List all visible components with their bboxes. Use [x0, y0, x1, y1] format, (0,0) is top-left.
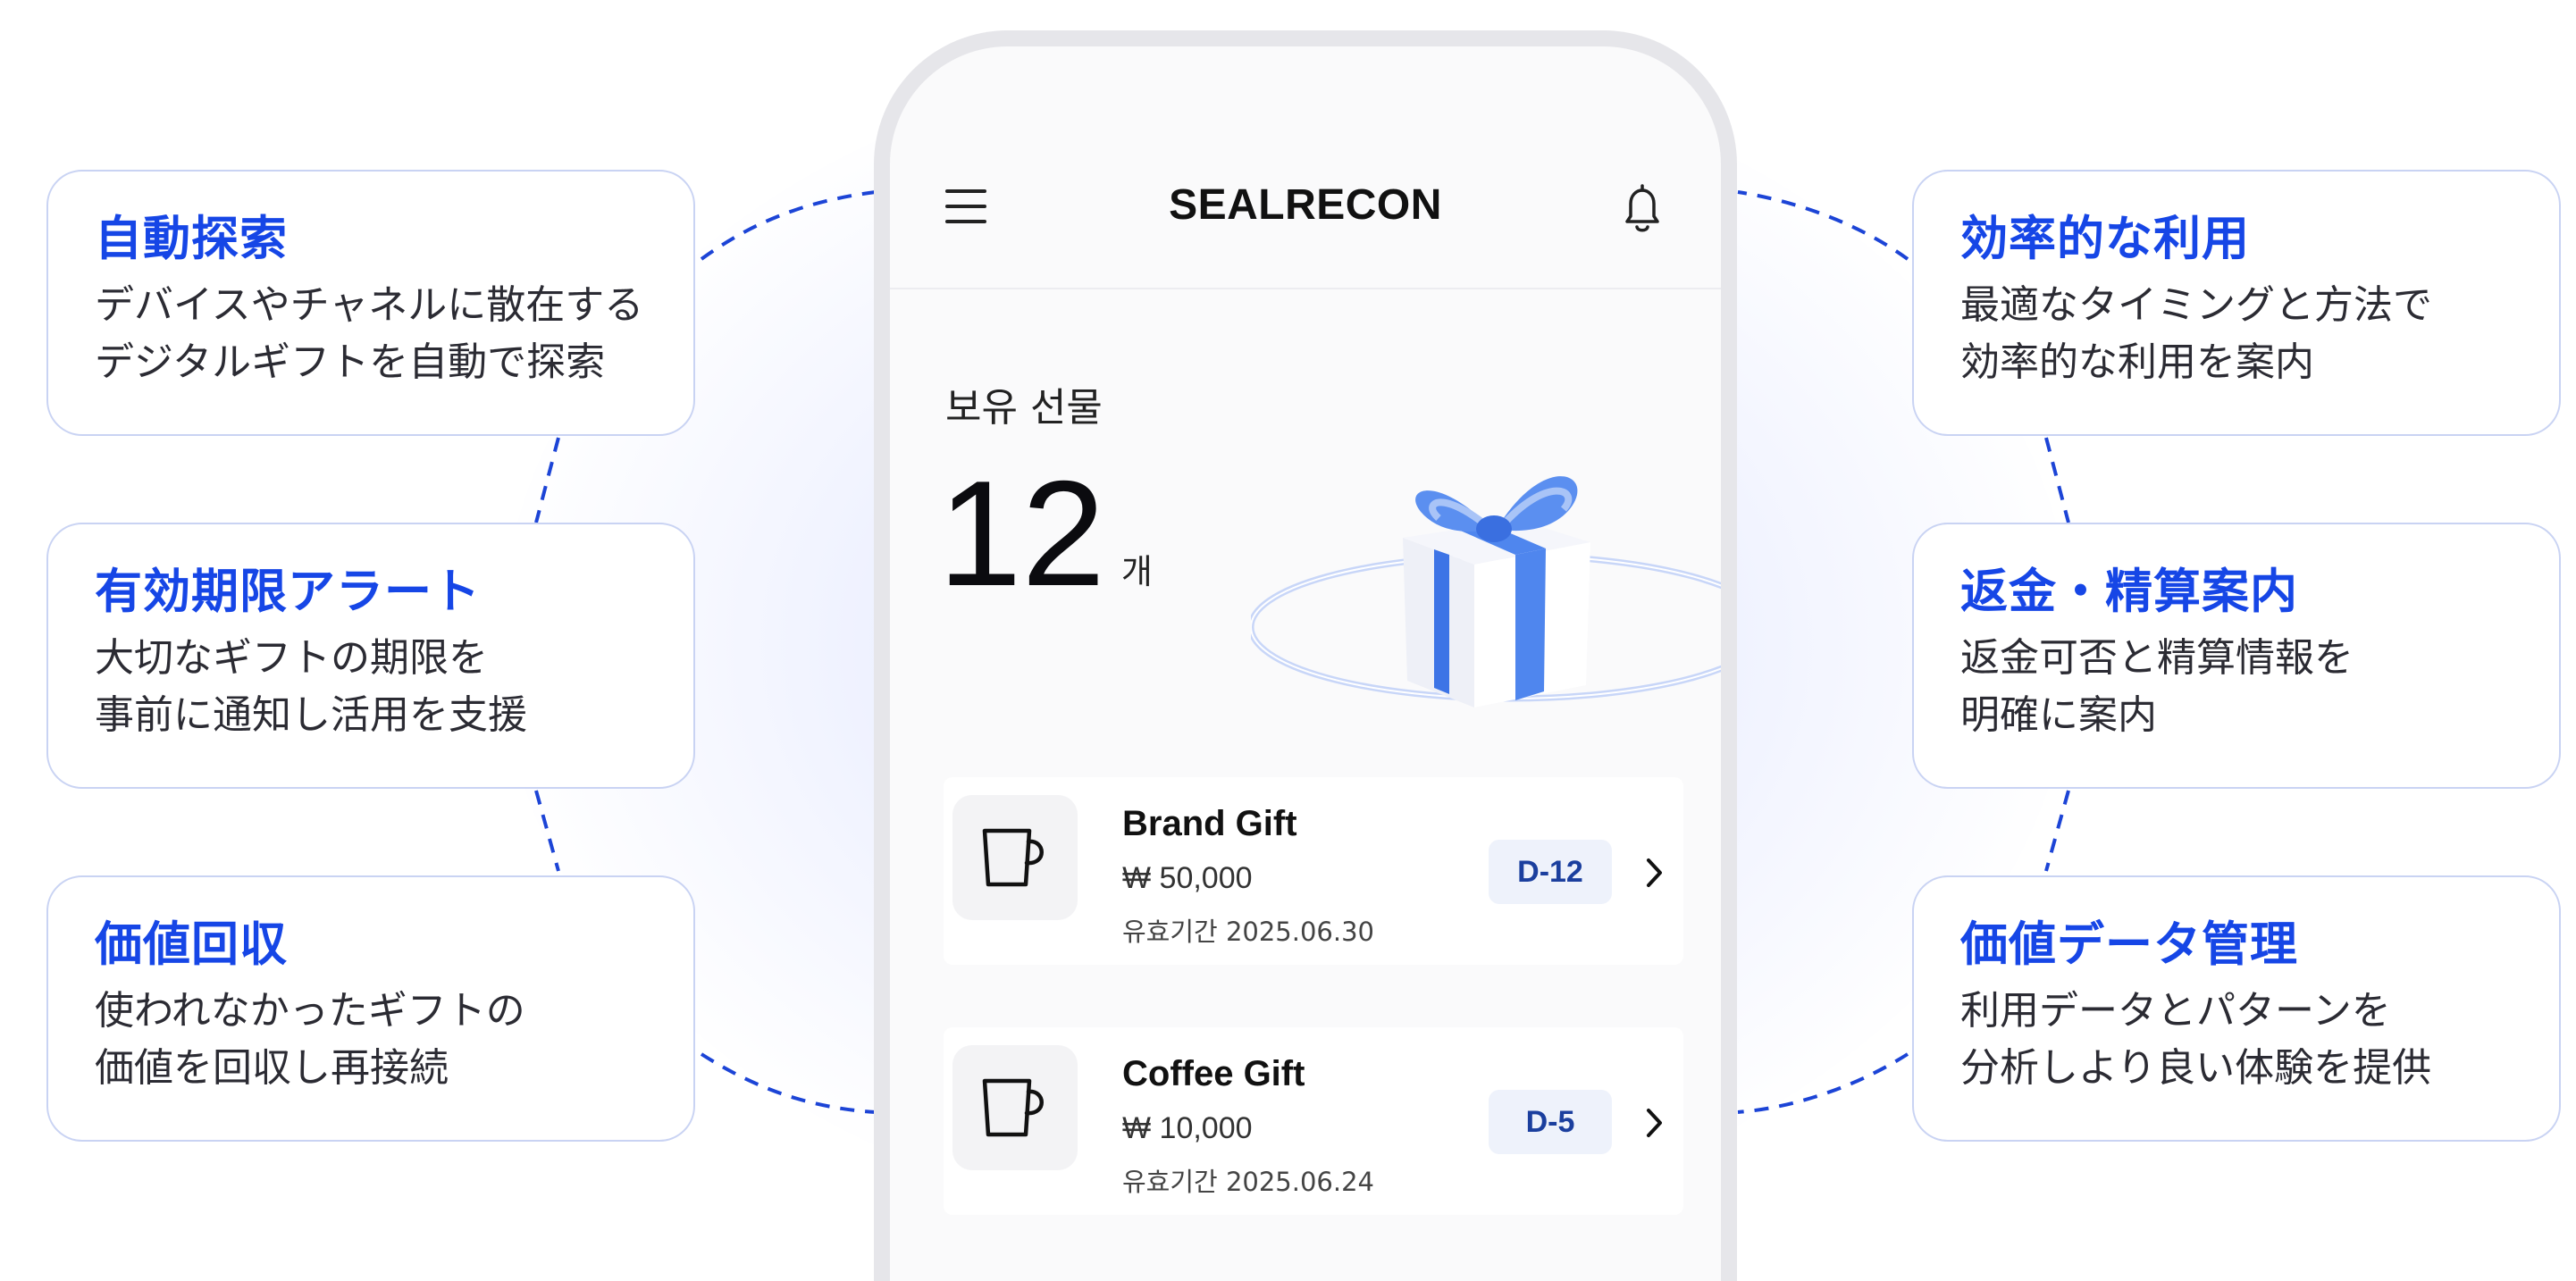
connector-line — [700, 1052, 877, 1114]
feature-card-expiry-alert: 有効期限アラート 大切なギフトの期限を 事前に通知し活用を支援 — [46, 523, 695, 789]
connector-line — [534, 790, 560, 872]
gift-count-number: 12 — [938, 449, 1105, 617]
connector-line — [700, 190, 877, 261]
feature-description: 使われなかったギフトの 価値を回収し再接続 — [95, 988, 525, 1091]
cup-icon — [982, 828, 1044, 887]
connector-line — [2044, 437, 2070, 523]
app-title: SEALRECON — [1169, 181, 1442, 229]
feature-title: 自動探索 — [95, 212, 288, 266]
feature-card-refund-guide: 返金・精算案内 返金可否と精算情報を 明確に案内 — [1912, 523, 2561, 789]
connector-line — [2044, 790, 2070, 872]
gift-name: Brand Gift — [1122, 804, 1297, 843]
chevron-right-icon[interactable] — [1646, 858, 1664, 888]
feature-description: 大切なギフトの期限を 事前に通知し活用を支援 — [95, 635, 527, 738]
gift-thumbnail — [952, 795, 1078, 920]
gift-list-item[interactable]: Brand Gift ₩ 50,000 유효기간 2025.06.30 D-12 — [944, 777, 1683, 965]
connector-line — [1737, 190, 1909, 261]
dday-badge: D-12 — [1489, 840, 1612, 904]
feature-card-auto-search: 自動探索 デバイスやチャネルに散在する デジタルギフトを自動で探索 — [46, 170, 695, 436]
chevron-right-icon[interactable] — [1646, 1108, 1664, 1138]
gift-count-unit: 개 — [1120, 552, 1153, 591]
feature-description: 返金可否と精算情報を 明確に案内 — [1960, 635, 2354, 738]
feature-title: 価値データ管理 — [1960, 917, 2298, 972]
feature-description: デバイスやチャネルに散在する デジタルギフトを自動で探索 — [95, 282, 644, 385]
connector-line — [534, 437, 560, 523]
feature-card-value-recovery: 価値回収 使われなかったギフトの 価値を回収し再接続 — [46, 875, 695, 1142]
bell-icon[interactable] — [1619, 182, 1666, 236]
gift-name: Coffee Gift — [1122, 1054, 1305, 1093]
owned-gifts-label: 보유 선물 — [945, 385, 1103, 431]
gift-price: ₩ 10,000 — [1122, 1111, 1253, 1145]
feature-title: 価値回収 — [95, 917, 288, 972]
feature-card-efficient-use: 効率的な利用 最適なタイミングと方法で 効率的な利用を案内 — [1912, 170, 2561, 436]
feature-title: 有効期限アラート — [95, 565, 481, 619]
feature-card-value-data: 価値データ管理 利用データとパターンを 分析しより良い体験を提供 — [1912, 875, 2561, 1142]
dday-badge: D-5 — [1489, 1090, 1612, 1154]
gift-thumbnail — [952, 1045, 1078, 1170]
phone-mockup: SEALRECON 보유 선물 12 개 Brand Gift ₩ 50,000… — [874, 30, 1737, 1281]
feature-description: 利用データとパターンを 分析しより良い体験を提供 — [1960, 988, 2432, 1091]
feature-title: 返金・精算案内 — [1960, 565, 2298, 619]
feature-description: 最適なタイミングと方法で 効率的な利用を案内 — [1960, 282, 2432, 385]
feature-title: 効率的な利用 — [1960, 212, 2250, 266]
app-header: SEALRECON — [890, 154, 1721, 289]
gift-list-item[interactable]: Coffee Gift ₩ 10,000 유효기간 2025.06.24 D-5 — [944, 1027, 1683, 1215]
connector-line — [1737, 1052, 1909, 1114]
gift-price: ₩ 50,000 — [1122, 861, 1253, 895]
gift-expiry: 유효기간 2025.06.24 — [1122, 1167, 1374, 1197]
gift-expiry: 유효기간 2025.06.30 — [1122, 917, 1374, 947]
cup-icon — [982, 1078, 1044, 1137]
gift-box-illustration — [1247, 386, 1721, 747]
gift-count: 12 개 — [938, 457, 1153, 609]
